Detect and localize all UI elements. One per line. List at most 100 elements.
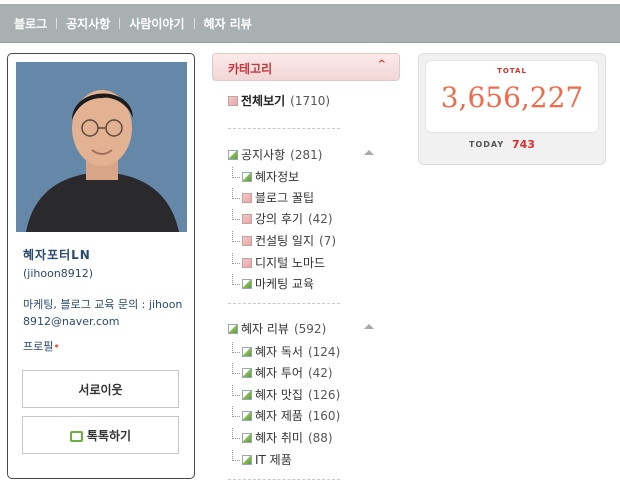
total-label: TOTAL — [497, 67, 527, 75]
profile-description: 마케팅, 블로그 교육 문의 : jihoon8912@naver.com — [23, 298, 183, 328]
category-divider — [228, 479, 340, 480]
tree-line-icon — [232, 231, 240, 242]
category-item-label: 컨설팅 일지 — [255, 234, 315, 248]
category-count: (7) — [319, 233, 337, 248]
category-icon — [242, 192, 252, 203]
category-item-label: 혜자정보 — [255, 170, 300, 184]
category-item[interactable]: 블로그 꿀팁 — [232, 188, 315, 206]
category-item-label: 혜자 투어 — [255, 366, 303, 380]
category-divider — [228, 128, 340, 129]
category-icon — [242, 171, 252, 182]
category-item-label: 디지털 노마드 — [255, 256, 326, 270]
category-item-label: 혜자 독서 — [255, 345, 303, 359]
category-item[interactable]: 혜자 투어 (42) — [232, 363, 333, 381]
tree-line-icon — [232, 406, 240, 417]
nav-item-review[interactable]: 혜자 리뷰 — [204, 15, 252, 32]
category-item[interactable]: 강의 후기 (42) — [232, 209, 333, 227]
category-item[interactable]: 혜자 독서 (124) — [232, 342, 341, 360]
category-icon — [242, 410, 252, 421]
category-header[interactable]: 카테고리 ^ — [212, 53, 400, 81]
tree-line-icon — [232, 253, 240, 264]
total-box: TOTAL 3,656,227 — [425, 60, 599, 133]
total-count: 3,656,227 — [440, 81, 584, 114]
talk-button-label: 톡톡하기 — [86, 428, 132, 443]
category-item-label: 블로그 꿀팁 — [255, 191, 315, 205]
nav-separator — [119, 17, 121, 29]
category-icon — [242, 432, 252, 443]
tree-line-icon — [232, 188, 240, 199]
category-count: (126) — [307, 387, 341, 402]
category-icon — [242, 278, 252, 289]
tree-line-icon — [232, 167, 240, 178]
category-item-label: IT 제품 — [255, 453, 292, 467]
category-all-label: 전체보기 — [241, 94, 286, 108]
tree-line-icon — [232, 274, 240, 285]
category-group-review[interactable]: 혜자 리뷰 (592) — [228, 320, 326, 337]
category-count: (592) — [293, 321, 327, 336]
category-icon — [228, 149, 238, 160]
profile-nickname[interactable]: 혜자포터LN — [23, 246, 91, 263]
category-item[interactable]: 혜자정보 — [232, 167, 300, 185]
collapse-caret-icon[interactable]: ^ — [378, 59, 386, 70]
nav-separator — [193, 17, 195, 29]
profile-link-label: 프로필 — [23, 340, 54, 353]
category-item-label: 마케팅 교육 — [255, 277, 315, 291]
talk-icon — [69, 430, 83, 442]
category-item[interactable]: 디지털 노마드 — [232, 253, 326, 271]
new-dot-icon: • — [53, 340, 60, 353]
category-icon — [242, 235, 252, 246]
category-count: (42) — [307, 211, 333, 226]
visitor-counter: TOTAL 3,656,227 TODAY 743 — [418, 53, 606, 165]
today-label: TODAY — [469, 140, 505, 149]
profile-user-id: (jihoon8912) — [23, 267, 94, 280]
nav-item-people-story[interactable]: 사람이야기 — [129, 15, 184, 32]
category-icon — [228, 323, 238, 334]
top-nav: 블로그 공지사항 사람이야기 혜자 리뷰 — [0, 4, 620, 43]
group-collapse-icon[interactable] — [364, 150, 374, 155]
group-collapse-icon[interactable] — [364, 324, 374, 329]
category-icon — [242, 346, 252, 357]
profile-photo[interactable] — [16, 62, 187, 232]
add-neighbor-button[interactable]: 서로이웃 — [22, 370, 179, 408]
category-divider — [228, 303, 340, 304]
category-item-label: 혜자 맛집 — [255, 388, 303, 402]
talk-button[interactable]: 톡톡하기 — [22, 416, 179, 454]
category-item[interactable]: IT 제품 — [232, 450, 292, 468]
category-group-notice[interactable]: 공지사항 (281) — [228, 146, 322, 163]
tree-line-icon — [232, 363, 240, 374]
category-all[interactable]: 전체보기 (1710) — [228, 92, 330, 109]
category-item-label: 혜자 취미 — [255, 431, 303, 445]
nav-item-notice[interactable]: 공지사항 — [66, 15, 110, 32]
category-count: (281) — [290, 147, 323, 162]
category-item[interactable]: 컨설팅 일지 (7) — [232, 231, 337, 249]
category-icon — [242, 389, 252, 400]
tree-line-icon — [232, 385, 240, 396]
category-icon — [242, 257, 252, 268]
category-icon — [242, 367, 252, 378]
category-count: (1710) — [290, 93, 331, 108]
category-count: (124) — [307, 344, 341, 359]
category-item[interactable]: 혜자 제품 (160) — [232, 406, 341, 424]
nav-separator — [56, 17, 58, 29]
profile-link[interactable]: 프로필• — [23, 338, 60, 354]
category-icon — [242, 213, 252, 224]
nav-item-blog[interactable]: 블로그 — [14, 15, 47, 32]
category-item-label: 강의 후기 — [255, 212, 303, 226]
category-count: (42) — [307, 365, 333, 380]
category-item[interactable]: 마케팅 교육 — [232, 274, 315, 292]
tree-line-icon — [232, 209, 240, 220]
category-group-label: 공지사항 — [241, 148, 286, 162]
category-item[interactable]: 혜자 취미 (88) — [232, 428, 333, 446]
category-count: (88) — [307, 430, 333, 445]
category-icon — [242, 454, 252, 465]
category-count: (160) — [307, 408, 341, 423]
category-header-label: 카테고리 — [228, 62, 273, 76]
category-item[interactable]: 혜자 맛집 (126) — [232, 385, 341, 403]
category-item-label: 혜자 제품 — [255, 409, 303, 423]
category-group-label: 혜자 리뷰 — [241, 322, 289, 336]
tree-line-icon — [232, 450, 240, 461]
today-count: 743 — [512, 138, 535, 151]
profile-panel: 혜자포터LN (jihoon8912) 마케팅, 블로그 교육 문의 : jih… — [7, 53, 195, 479]
tree-line-icon — [232, 428, 240, 439]
category-icon — [228, 95, 238, 106]
